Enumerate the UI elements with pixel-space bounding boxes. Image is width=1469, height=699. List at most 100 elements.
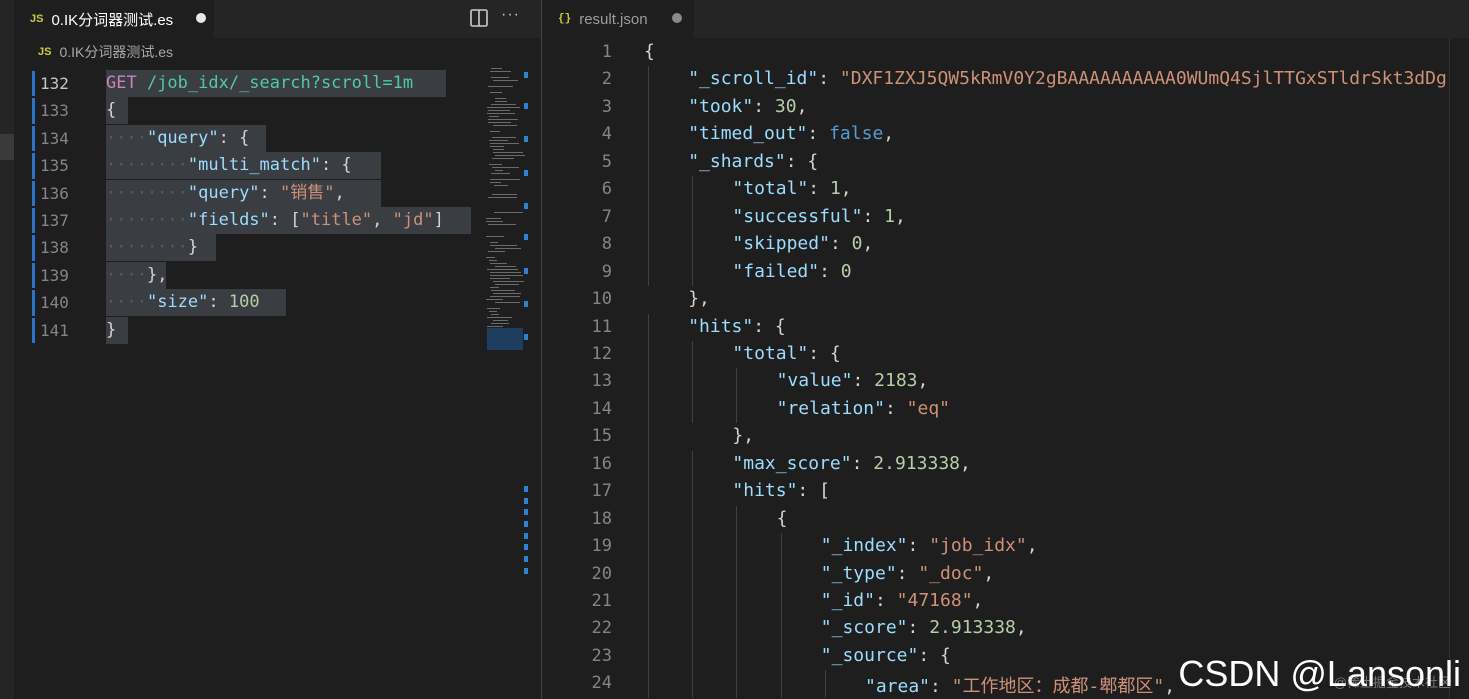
code-line[interactable]: ········"query": "销售",: [106, 180, 345, 207]
code-token: GET: [106, 73, 137, 93]
indent-guide: [692, 588, 694, 616]
code-token: "47168": [896, 590, 973, 611]
code-token: "multi_match": [187, 155, 321, 176]
minimap-line: [495, 98, 506, 99]
minimap-line: [493, 281, 524, 282]
minimap-change-marker: [524, 170, 528, 176]
code-line[interactable]: ········}: [106, 234, 198, 261]
tab-ik-test-file[interactable]: JS 0.IK分词器测试.es: [14, 0, 214, 38]
minimap-slider[interactable]: [487, 328, 523, 350]
code-line[interactable]: 2 "_scroll_id": "DXF1ZXJ5QW5kRmV0Y2gBAAAA…: [542, 66, 1469, 94]
code-token: {: [776, 507, 788, 529]
code-line[interactable]: 3 "took": 30,: [542, 93, 1469, 122]
code-line[interactable]: 22 "_score": 2.913338,: [542, 615, 1469, 643]
minimap-line: [495, 284, 519, 285]
indent-guide: [736, 560, 738, 588]
code-line[interactable]: 11 "hits": {: [542, 313, 1469, 341]
code-line[interactable]: 6 "total": 1,: [542, 176, 1469, 204]
code-line[interactable]: 15},: [542, 423, 1469, 451]
minimap-change-marker: [524, 103, 528, 109]
code-line[interactable]: 10},: [542, 286, 1469, 313]
code-token: "_doc": [918, 562, 984, 584]
minimap-line: [493, 320, 508, 321]
code-line[interactable]: 8 "skipped": 0,: [542, 231, 1469, 259]
code-line[interactable]: }: [106, 317, 116, 344]
minimap-line: [492, 158, 514, 159]
minimap[interactable]: [482, 66, 525, 699]
json-file-icon: {}: [558, 13, 572, 25]
left-vertical-scrollbar[interactable]: [528, 66, 541, 699]
unsaved-dot-icon[interactable]: [672, 13, 682, 23]
minimap-line: [486, 221, 503, 222]
code-text: "timed_out": false,: [688, 123, 894, 144]
watermark: CSDN @Lansonli: [1178, 653, 1461, 694]
code-token: : {: [753, 315, 786, 337]
code-line[interactable]: 21 "_id": "47168",: [542, 588, 1469, 616]
more-actions-icon[interactable]: ···: [501, 6, 523, 26]
code-line[interactable]: 7 "successful": 1,: [542, 203, 1469, 232]
indent-guide: [692, 478, 694, 506]
code-token: ····: [106, 127, 147, 148]
right-vertical-scrollbar[interactable]: [1449, 38, 1469, 699]
breadcrumb-file[interactable]: 0.IK分词器测试.es: [59, 42, 173, 62]
minimap-line: [489, 311, 497, 312]
code-line[interactable]: 18 {: [542, 505, 1469, 534]
code-line[interactable]: 16 "max_score": 2.913338,: [542, 450, 1469, 479]
code-line[interactable]: 14 "relation": "eq": [542, 395, 1469, 424]
line-number: 16: [591, 453, 612, 474]
minimap-line: [491, 323, 509, 324]
code-line[interactable]: 13 "value": 2183,: [542, 368, 1469, 396]
code-line[interactable]: 9 "failed": 0: [542, 258, 1469, 287]
tab-result-json[interactable]: {} result.json: [542, 0, 694, 38]
split-editor-icon[interactable]: [469, 8, 489, 28]
left-code-area[interactable]: 132 GET /job_idx/_search?scroll=1m 133 {134…: [14, 70, 482, 350]
code-line[interactable]: 5 "_shards": {: [542, 148, 1469, 177]
gutter-modified-marker: [32, 235, 35, 261]
line-number: 139: [40, 265, 69, 285]
code-line[interactable]: GET /job_idx/_search?scroll=1m: [106, 70, 413, 97]
indent-guide: [780, 642, 782, 671]
line-number: 140: [40, 293, 69, 313]
code-token: "工作地区：成都-郫都区": [951, 676, 1165, 698]
indent-guide: [736, 670, 738, 698]
right-code-area[interactable]: 1{2 "_scroll_id": "DXF1ZXJ5QW5kRmV0Y2gBAA…: [542, 38, 1469, 699]
code-token: ,: [796, 95, 808, 117]
minimap-line: [486, 218, 501, 219]
indent-guide: [736, 642, 738, 671]
minimap-line: [490, 245, 517, 246]
code-token: :: [819, 260, 841, 282]
code-line[interactable]: ········"fields": ["title", "jd"]: [106, 207, 444, 234]
code-text: "skipped": 0,: [732, 233, 873, 254]
code-token: :: [862, 205, 885, 227]
code-line[interactable]: ····"size": 100: [106, 289, 260, 316]
indent-guide: [648, 588, 649, 616]
code-token: :: [808, 178, 830, 200]
code-token: "query": [187, 182, 260, 203]
code-line[interactable]: 20 "_type": "_doc",: [542, 560, 1469, 588]
unsaved-dot-icon[interactable]: [196, 13, 206, 23]
code-token: : {: [320, 155, 352, 176]
code-line[interactable]: 17 "hits": [: [542, 478, 1469, 506]
code-token: false: [829, 123, 884, 145]
code-token: : {: [918, 644, 951, 666]
code-text: "value": 2183,: [777, 370, 929, 391]
code-token: ,: [894, 205, 906, 227]
code-token: "job_idx": [929, 535, 1027, 557]
code-line[interactable]: ····"query": {: [106, 125, 249, 152]
minimap-line: [489, 164, 502, 165]
code-token: :: [907, 535, 930, 557]
code-token: "total": [732, 178, 809, 200]
code-token: :: [829, 233, 852, 255]
code-token: 30: [774, 95, 797, 117]
minimap-line: [491, 290, 515, 291]
code-line[interactable]: 1{: [542, 39, 1469, 66]
minimap-line: [491, 314, 499, 315]
code-line[interactable]: 4 "timed_out": false,: [542, 121, 1469, 149]
breadcrumb[interactable]: JS 0.IK分词器测试.es: [14, 38, 541, 66]
code-line[interactable]: 19 "_index": "job_idx",: [542, 533, 1469, 561]
code-token: "failed": [732, 260, 820, 282]
code-line[interactable]: ········"multi_match": {: [106, 152, 352, 179]
code-line[interactable]: ····},: [106, 262, 167, 289]
code-line[interactable]: {: [106, 97, 116, 124]
code-line[interactable]: 12 "total": {: [542, 340, 1469, 369]
